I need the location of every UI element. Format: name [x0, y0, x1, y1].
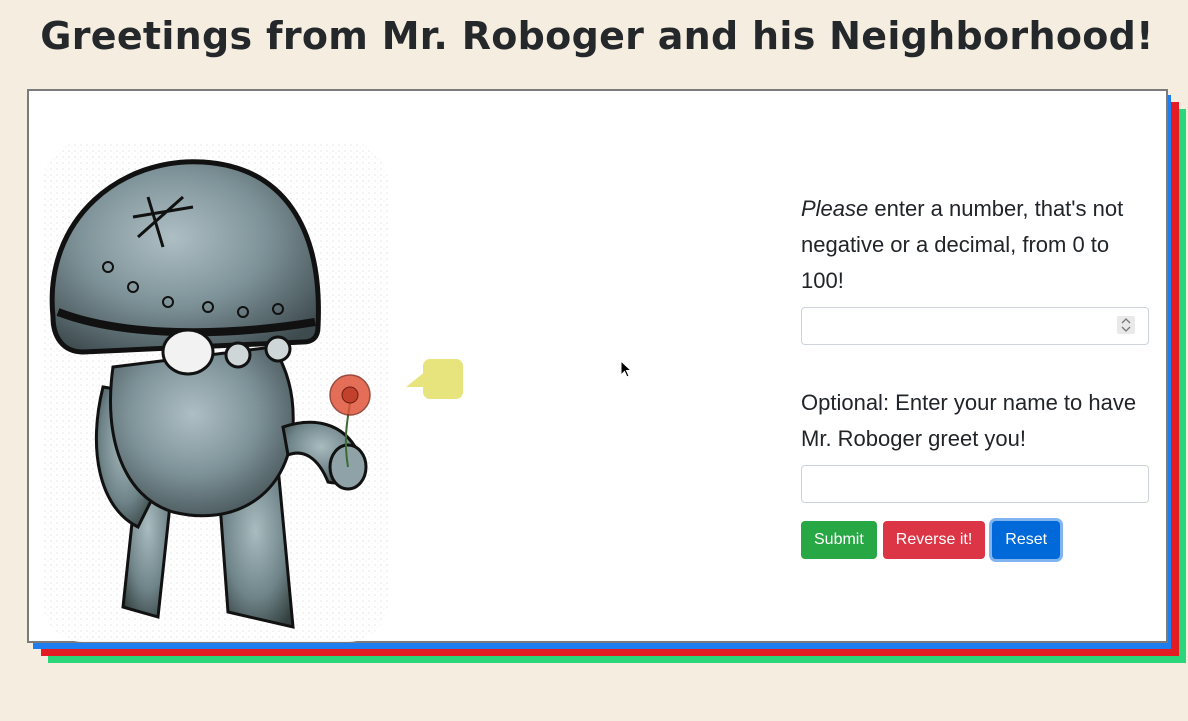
name-input[interactable]	[801, 465, 1149, 503]
number-stepper-icon[interactable]	[1117, 316, 1135, 334]
name-prompt: Optional: Enter your name to have Mr. Ro…	[801, 390, 1137, 451]
reset-button[interactable]: Reset	[992, 521, 1061, 559]
number-form: Please enter a number, that's not negati…	[801, 191, 1151, 559]
reverse-button[interactable]: Reverse it!	[882, 521, 986, 559]
number-prompt: Please enter a number, that's not negati…	[801, 191, 1151, 299]
number-input[interactable]	[801, 307, 1149, 345]
submit-button[interactable]: Submit	[801, 521, 877, 559]
page-title: Greetings from Mr. Roboger and his Neigh…	[40, 14, 1154, 58]
button-row: Submit Reverse it! Reset	[801, 521, 1151, 559]
robot-illustration	[43, 137, 393, 642]
mouse-pointer-icon	[620, 360, 632, 378]
number-prompt-emphasis: Please	[801, 196, 869, 221]
main-card: Please enter a number, that's not negati…	[27, 89, 1168, 643]
speech-bubble-icon	[423, 359, 463, 399]
